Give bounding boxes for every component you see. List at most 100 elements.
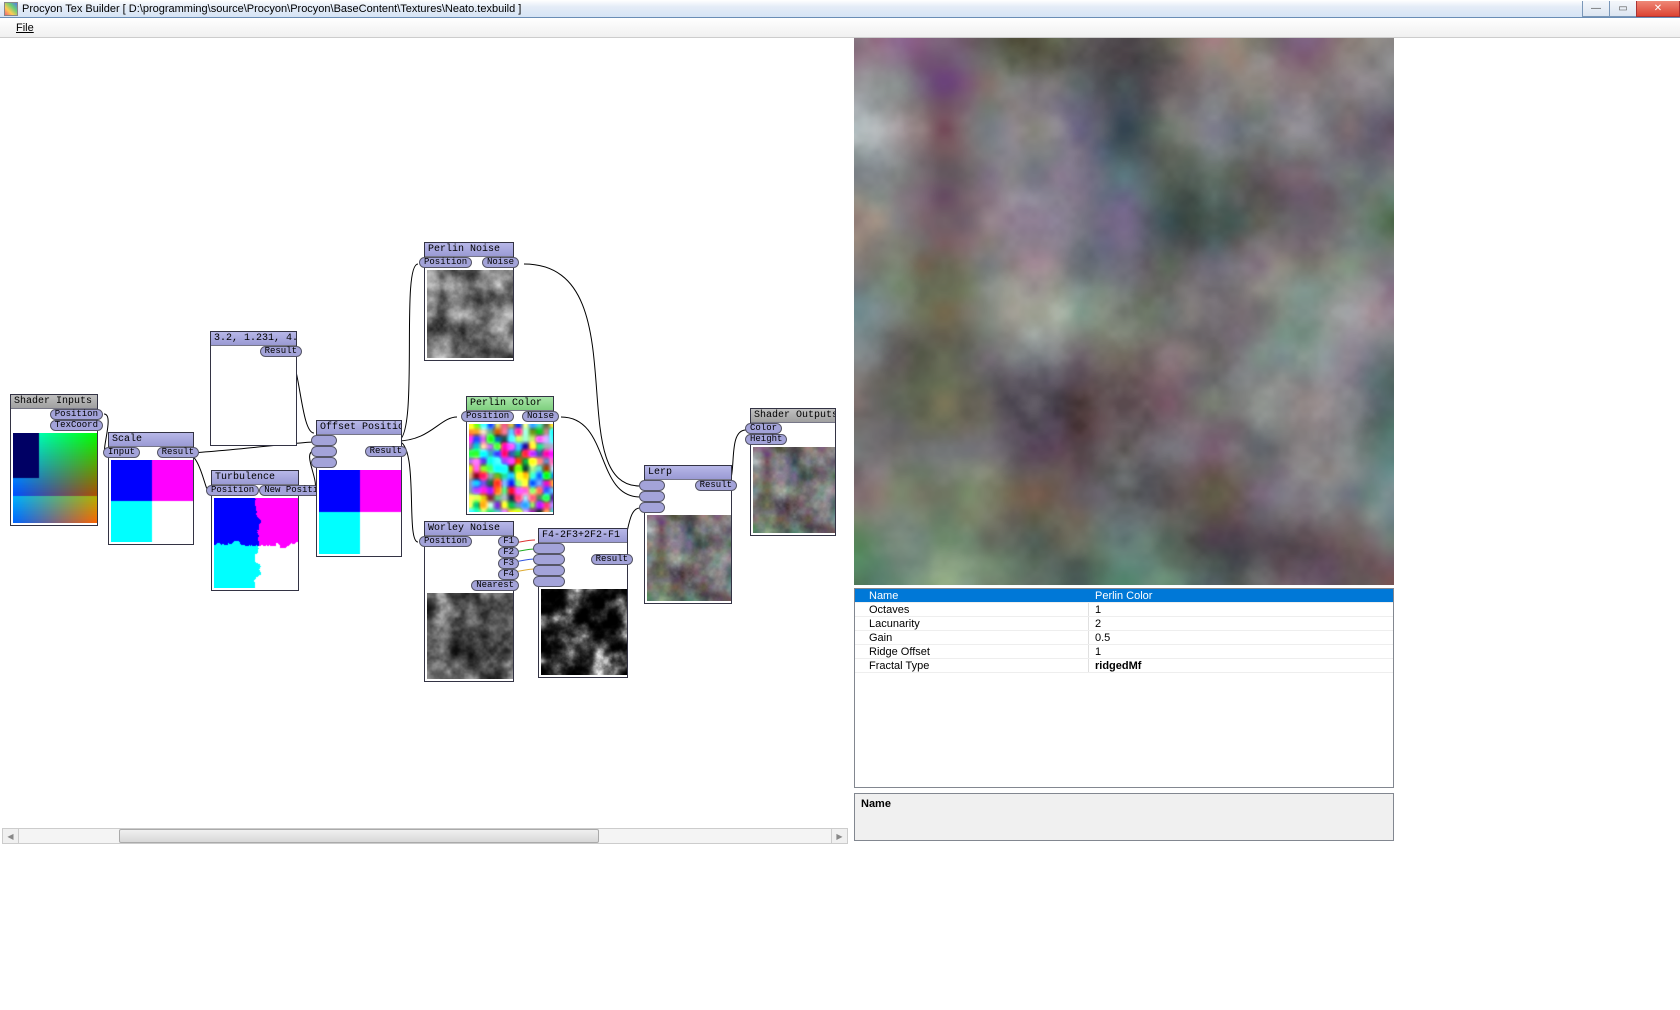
node-worley-math[interactable]: F4-2F3+2F2-F1 Result (538, 528, 628, 678)
port-f2[interactable]: F2 (498, 547, 519, 558)
node-title: 3.2, 1.231, 4.324 (211, 332, 296, 346)
node-preview (427, 593, 513, 679)
property-row[interactable]: Ridge Offset1 (855, 645, 1393, 659)
port-in1[interactable] (311, 435, 337, 446)
port-position[interactable]: Position (461, 411, 514, 422)
port-result[interactable]: Result (365, 446, 407, 457)
port-color[interactable]: Color (745, 423, 782, 434)
property-key: Name (855, 589, 1089, 602)
port-result[interactable]: Result (591, 554, 633, 565)
node-preview (211, 357, 296, 445)
node-perlin-color[interactable]: Perlin Color Position Noise (466, 396, 554, 515)
port-position[interactable]: Position (206, 485, 259, 496)
port-a[interactable] (533, 543, 565, 554)
property-value[interactable]: 1 (1089, 603, 1393, 616)
property-value[interactable]: 2 (1089, 617, 1393, 630)
node-title: Worley Noise (425, 522, 513, 536)
node-preview (319, 470, 401, 554)
scroll-left-icon[interactable]: ◀ (3, 829, 19, 843)
property-row[interactable]: NamePerlin Color (855, 589, 1393, 603)
port-in3[interactable] (311, 457, 337, 468)
node-title: Perlin Color (467, 397, 553, 411)
port-position[interactable]: Position (419, 257, 472, 268)
node-preview (111, 460, 193, 542)
port-noise[interactable]: Noise (482, 257, 519, 268)
node-graph-canvas[interactable]: Shader Inputs Position TexCoord Scale In… (0, 38, 850, 828)
node-title: Perlin Noise (425, 243, 513, 257)
property-row[interactable]: Fractal TyperidgedMf (855, 659, 1393, 673)
node-scale[interactable]: Scale Input Result (108, 432, 194, 545)
node-offset-position[interactable]: Offset Position Result (316, 420, 402, 557)
port-result[interactable]: Result (695, 480, 737, 491)
window-title: Procyon Tex Builder [ D:\programming\sou… (22, 3, 1583, 15)
node-shader-outputs[interactable]: Shader Outputs Color Height (750, 408, 836, 536)
property-row[interactable]: Gain0.5 (855, 631, 1393, 645)
node-title: Offset Position (317, 421, 401, 435)
property-value[interactable]: ridgedMf (1089, 659, 1393, 672)
node-lerp[interactable]: Lerp Result (644, 465, 732, 604)
property-description: Name (854, 793, 1394, 841)
menu-file[interactable]: File (10, 22, 40, 34)
node-preview (427, 270, 513, 358)
node-title: Shader Outputs (751, 409, 835, 423)
port-position[interactable]: Position (419, 536, 472, 547)
port-nearest[interactable]: Nearest (471, 580, 519, 591)
node-title: F4-2F3+2F2-F1 (539, 529, 627, 543)
node-constant[interactable]: 3.2, 1.231, 4.324 Result (210, 331, 297, 446)
node-preview (541, 589, 627, 675)
port-result[interactable]: Result (157, 447, 199, 458)
node-turbulence[interactable]: Turbulence Position New Position (211, 470, 299, 591)
node-preview (469, 424, 553, 512)
property-key: Ridge Offset (855, 645, 1089, 658)
port-f1[interactable]: F1 (498, 536, 519, 547)
scroll-right-icon[interactable]: ▶ (831, 829, 847, 843)
port-height[interactable]: Height (745, 434, 787, 445)
node-shader-inputs[interactable]: Shader Inputs Position TexCoord (10, 394, 98, 526)
maximize-button[interactable]: ▭ (1609, 1, 1637, 17)
property-grid[interactable]: NamePerlin ColorOctaves1Lacunarity2Gain0… (854, 588, 1394, 788)
port-input[interactable]: Input (103, 447, 140, 458)
port-noise[interactable]: Noise (522, 411, 559, 422)
port-b[interactable] (533, 554, 565, 565)
node-preview (753, 447, 835, 533)
node-preview (13, 433, 97, 523)
scroll-track[interactable] (19, 829, 831, 843)
port-b[interactable] (639, 491, 665, 502)
minimize-button[interactable]: — (1582, 1, 1610, 17)
port-a[interactable] (639, 480, 665, 491)
node-perlin-noise[interactable]: Perlin Noise Position Noise (424, 242, 514, 361)
property-key: Gain (855, 631, 1089, 644)
property-value[interactable]: 1 (1089, 645, 1393, 658)
property-key: Fractal Type (855, 659, 1089, 672)
property-desc-label: Name (861, 798, 1387, 810)
node-title: Turbulence (212, 471, 298, 485)
property-key: Octaves (855, 603, 1089, 616)
property-value[interactable]: Perlin Color (1089, 589, 1393, 602)
port-f4[interactable]: F4 (498, 569, 519, 580)
property-value[interactable]: 0.5 (1089, 631, 1393, 644)
port-in2[interactable] (311, 446, 337, 457)
window-titlebar: Procyon Tex Builder [ D:\programming\sou… (0, 0, 1680, 18)
port-d[interactable] (533, 576, 565, 587)
port-texcoord[interactable]: TexCoord (50, 420, 103, 431)
node-preview (214, 498, 298, 588)
port-c[interactable] (533, 565, 565, 576)
port-result[interactable]: Result (260, 346, 302, 357)
node-worley-noise[interactable]: Worley Noise PositionF1 F2 F3 F4 Nearest (424, 521, 514, 682)
preview-panel (854, 38, 1394, 585)
port-t[interactable] (639, 502, 665, 513)
app-icon (4, 2, 18, 16)
property-key: Lacunarity (855, 617, 1089, 630)
canvas-scrollbar-horizontal[interactable]: ◀ ▶ (2, 828, 848, 844)
property-row[interactable]: Lacunarity2 (855, 617, 1393, 631)
node-title: Shader Inputs (11, 395, 97, 409)
close-button[interactable]: ✕ (1636, 1, 1680, 17)
port-f3[interactable]: F3 (498, 558, 519, 569)
menu-bar: File (0, 18, 1680, 38)
port-position[interactable]: Position (50, 409, 103, 420)
node-title: Scale (109, 433, 193, 447)
scroll-thumb[interactable] (119, 829, 599, 843)
property-row[interactable]: Octaves1 (855, 603, 1393, 617)
node-preview (647, 515, 731, 601)
node-title: Lerp (645, 466, 731, 480)
